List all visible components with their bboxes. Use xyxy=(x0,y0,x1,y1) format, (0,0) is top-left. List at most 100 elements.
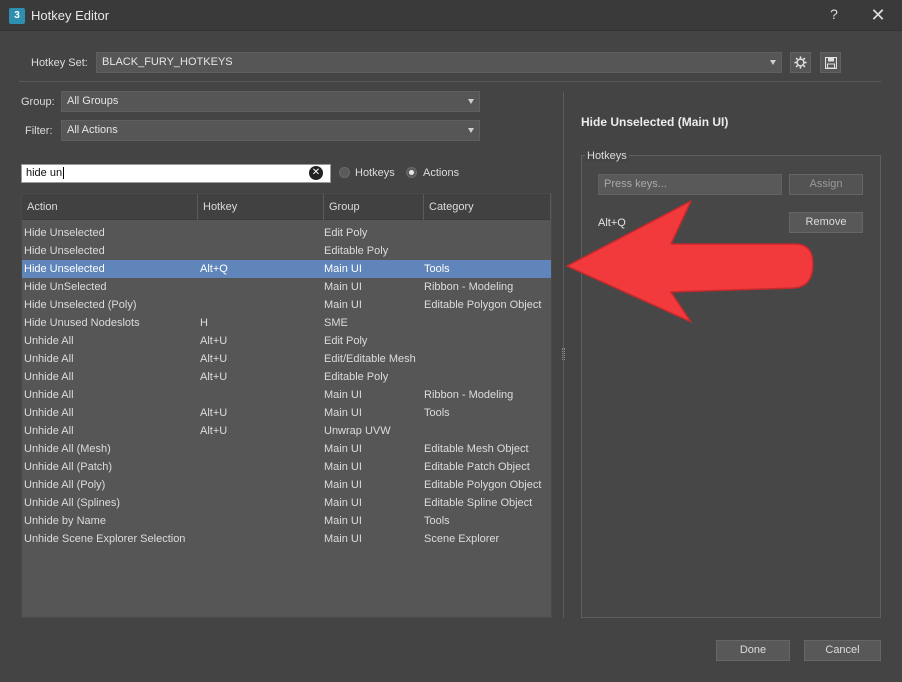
cell-category: Editable Spline Object xyxy=(424,497,533,509)
group-value: All Groups xyxy=(67,95,119,107)
cell-group: Edit Poly xyxy=(324,335,368,347)
table-row[interactable]: Hide Unused Nodeslots H SME xyxy=(22,314,551,332)
group-dropdown[interactable]: All Groups xyxy=(61,91,480,112)
cell-hotkey: Alt+Q xyxy=(200,263,228,275)
table-row[interactable]: Unhide by Name Main UI Tools xyxy=(22,512,551,530)
cell-group: Main UI xyxy=(324,515,362,527)
cell-group: Editable Poly xyxy=(324,371,389,383)
cell-group: Main UI xyxy=(324,299,362,311)
column-header-hotkey[interactable]: Hotkey xyxy=(198,194,324,220)
radio-actions[interactable] xyxy=(406,167,417,178)
save-icon xyxy=(824,56,837,70)
cell-hotkey: Alt+U xyxy=(200,371,228,383)
table-row[interactable]: Unhide All Alt+U Main UI Tools xyxy=(22,404,551,422)
radio-hotkeys-label[interactable]: Hotkeys xyxy=(355,167,395,179)
cell-action: Hide Unselected xyxy=(24,227,105,239)
cell-action: Unhide All xyxy=(24,389,74,401)
cell-group: Main UI xyxy=(324,497,362,509)
cell-action: Unhide All xyxy=(24,353,74,365)
cell-hotkey: H xyxy=(200,317,208,329)
table-row[interactable]: Unhide All Alt+U Edit Poly xyxy=(22,332,551,350)
cell-action: Unhide All xyxy=(24,407,74,419)
hotkey-set-dropdown[interactable]: BLACK_FURY_HOTKEYS xyxy=(96,52,782,73)
splitter-grip-icon[interactable] xyxy=(562,348,565,360)
table-row[interactable]: Unhide All Alt+U Unwrap UVW xyxy=(22,422,551,440)
cell-action: Hide Unselected xyxy=(24,245,105,257)
chevron-down-icon xyxy=(468,99,474,104)
table-row[interactable]: Unhide All (Poly) Main UI Editable Polygon… xyxy=(22,476,551,494)
radio-actions-label[interactable]: Actions xyxy=(423,167,459,179)
radio-hotkeys[interactable] xyxy=(339,167,350,178)
search-input[interactable]: hide un xyxy=(21,164,331,183)
cell-group: Main UI xyxy=(324,263,362,275)
press-keys-input[interactable]: Press keys... xyxy=(598,174,782,195)
cell-action: Unhide All xyxy=(24,425,74,437)
actions-table: Action Hotkey Group Category Hide Unsele… xyxy=(21,193,552,618)
table-row[interactable]: Unhide All (Patch) Main UI Editable Patch … xyxy=(22,458,551,476)
filter-label: Filter: xyxy=(25,125,53,137)
window-title: Hotkey Editor xyxy=(31,8,110,23)
table-row[interactable]: Hide Unselected Alt+Q Main UI Tools xyxy=(22,260,551,278)
cell-category: Editable Patch Object xyxy=(424,461,530,473)
filter-dropdown[interactable]: All Actions xyxy=(61,120,480,141)
save-hotkey-set-button[interactable] xyxy=(820,52,841,73)
cell-group: Edit/Editable Mesh xyxy=(324,353,416,365)
hotkey-set-settings-button[interactable] xyxy=(790,52,811,73)
filter-value: All Actions xyxy=(67,124,118,136)
table-row[interactable]: Unhide All Alt+U Edit/Editable Mesh xyxy=(22,350,551,368)
table-row[interactable]: Hide Unselected Editable Poly xyxy=(22,242,551,260)
cell-category: Editable Polygon Object xyxy=(424,479,542,491)
cell-category: Ribbon - Modeling xyxy=(424,281,514,293)
cell-category: Tools xyxy=(424,407,450,419)
hotkeys-group-label: Hotkeys xyxy=(585,150,629,162)
table-header: Action Hotkey Group Category xyxy=(22,194,551,220)
assign-button[interactable]: Assign xyxy=(789,174,863,195)
column-header-action[interactable]: Action xyxy=(22,194,198,220)
table-row[interactable]: Hide Unselected Edit Poly xyxy=(22,224,551,242)
cell-action: Unhide All xyxy=(24,335,74,347)
cell-hotkey: Alt+U xyxy=(200,353,228,365)
hotkey-set-label: Hotkey Set: xyxy=(31,57,88,69)
cell-category: Tools xyxy=(424,515,450,527)
table-row[interactable]: Unhide All (Mesh) Main UI Editable Mesh Ob… xyxy=(22,440,551,458)
done-button[interactable]: Done xyxy=(716,640,790,661)
hotkey-set-value: BLACK_FURY_HOTKEYS xyxy=(102,56,233,68)
help-button[interactable]: ? xyxy=(826,6,842,24)
cell-group: Main UI xyxy=(324,479,362,491)
cell-action: Unhide All (Patch) xyxy=(24,461,113,473)
cell-group: Main UI xyxy=(324,281,362,293)
table-row[interactable]: Unhide Scene Explorer Selection Main UI Sc… xyxy=(22,530,551,548)
cell-hotkey: Alt+U xyxy=(200,425,228,437)
close-button[interactable]: ✕ xyxy=(869,5,887,25)
chevron-down-icon xyxy=(468,128,474,133)
app-logo-icon: 3 xyxy=(9,8,25,24)
cell-action: Unhide All (Mesh) xyxy=(24,443,111,455)
cancel-button[interactable]: Cancel xyxy=(804,640,881,661)
cell-hotkey: Alt+U xyxy=(200,407,228,419)
table-row[interactable]: Unhide All Main UI Ribbon - Modeling xyxy=(22,386,551,404)
selected-action-title: Hide Unselected (Main UI) xyxy=(581,115,729,129)
cell-action: Hide Unselected (Poly) xyxy=(24,299,137,311)
column-header-category[interactable]: Category xyxy=(424,194,551,220)
cell-category: Scene Explorer xyxy=(424,533,500,545)
cell-action: Hide Unselected xyxy=(24,263,105,275)
cell-group: Main UI xyxy=(324,533,362,545)
cell-group: Edit Poly xyxy=(324,227,368,239)
cell-category: Editable Mesh Object xyxy=(424,443,529,455)
cell-group: Editable Poly xyxy=(324,245,389,257)
cell-hotkey: Alt+U xyxy=(200,335,228,347)
table-body: Hide Unselected Edit Poly Hide Unselected E… xyxy=(22,224,551,548)
table-row[interactable]: Unhide All Alt+U Editable Poly xyxy=(22,368,551,386)
cell-group: Main UI xyxy=(324,443,362,455)
table-row[interactable]: Hide Unselected (Poly) Main UI Editable Po… xyxy=(22,296,551,314)
clear-search-button[interactable]: ✕ xyxy=(309,166,323,180)
cell-action: Hide Unused Nodeslots xyxy=(24,317,140,329)
table-row[interactable]: Unhide All (Splines) Main UI Editable Spli… xyxy=(22,494,551,512)
column-header-group[interactable]: Group xyxy=(324,194,424,220)
cell-group: Main UI xyxy=(324,461,362,473)
gear-icon xyxy=(794,56,807,69)
chevron-down-icon xyxy=(770,60,776,65)
cell-group: SME xyxy=(324,317,348,329)
table-row[interactable]: Hide UnSelected Main UI Ribbon - Modeling xyxy=(22,278,551,296)
cell-action: Unhide All xyxy=(24,371,74,383)
